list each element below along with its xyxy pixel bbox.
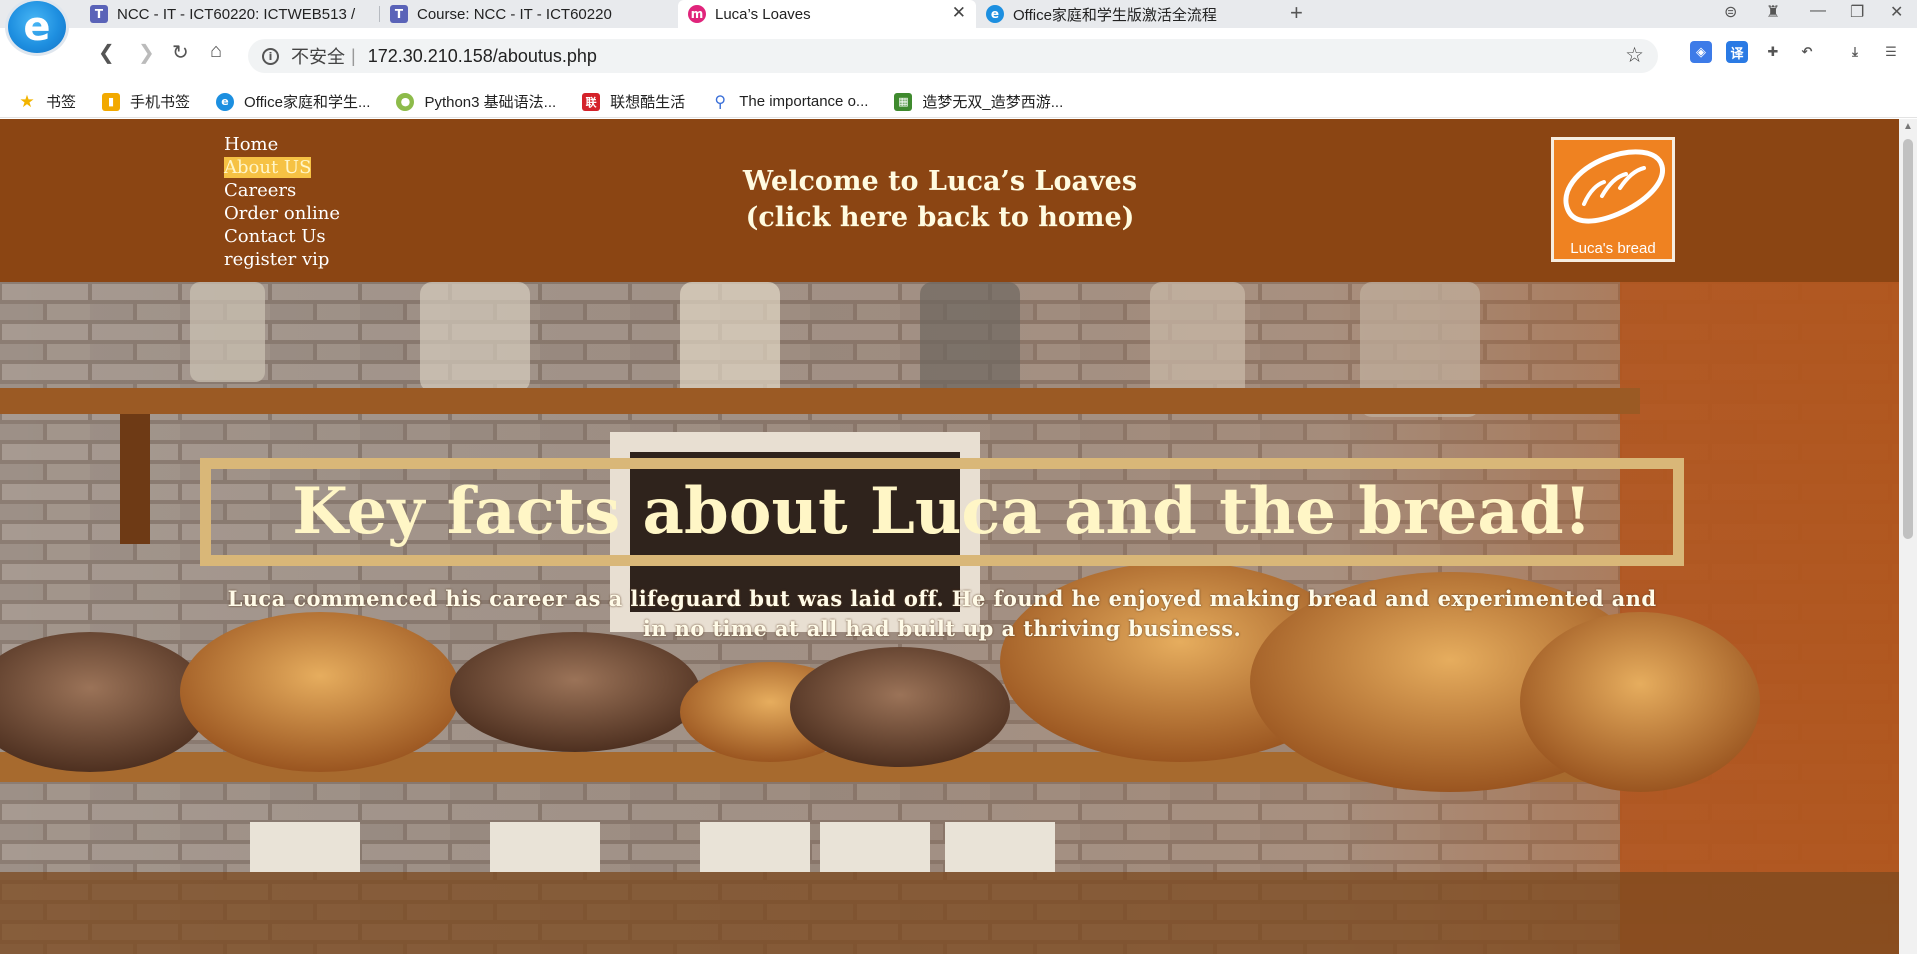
teams-icon: T: [390, 5, 408, 23]
hero-description: Luca commenced his career as a lifeguard…: [200, 584, 1684, 644]
bookmark-label: 手机书签: [130, 94, 191, 111]
extensions-icon[interactable]: ✚: [1762, 41, 1784, 63]
site-favicon-icon: m: [688, 5, 706, 23]
bookmark-item[interactable]: e Office家庭和学生...: [216, 91, 370, 112]
forward-icon[interactable]: ❯: [138, 40, 155, 65]
back-home-text: (click here back to home): [745, 202, 1135, 233]
reload-icon[interactable]: ↻: [172, 40, 189, 65]
bookmarks-bar: ★ 书签 ▮ 手机书签 e Office家庭和学生... ● Python3 基…: [0, 86, 1917, 118]
site-logo[interactable]: Luca's bread: [1551, 137, 1675, 262]
site-info-icon[interactable]: i: [262, 47, 279, 65]
bookmark-item[interactable]: 联 联想酷生活: [582, 91, 685, 112]
tab-title: Luca’s Loaves: [715, 5, 811, 23]
nav-order-online[interactable]: Order online: [224, 202, 340, 225]
lenovo-icon: 联: [582, 92, 601, 111]
bookmark-item[interactable]: ● Python3 基础语法...: [396, 91, 556, 112]
bookmark-label: 联想酷生活: [610, 94, 686, 111]
menu-icon[interactable]: ☰: [1880, 41, 1902, 63]
hero-description-line-1: Luca commenced his career as a lifeguard…: [227, 586, 1657, 611]
hero-description-line-2: in no time at all had built up a thrivin…: [642, 616, 1242, 641]
bookmark-label: 造梦无双_造梦西游...: [922, 94, 1064, 111]
hero-title: Key facts about Luca and the bread!: [292, 474, 1592, 549]
scroll-up-icon[interactable]: ▲: [1903, 121, 1913, 132]
star-icon: ★: [19, 91, 35, 112]
tab-title: Course: NCC - IT - ICT60220: [417, 5, 612, 23]
back-icon[interactable]: ❮: [98, 40, 115, 65]
tab-close-icon[interactable]: ✕: [952, 3, 966, 23]
bookmark-label: Python3 基础语法...: [424, 94, 557, 111]
minimize-icon[interactable]: —: [1810, 2, 1826, 20]
home-link[interactable]: Welcome to Luca’s Loaves (click here bac…: [640, 164, 1240, 236]
bookmark-item[interactable]: ⚲ The importance o...: [711, 92, 869, 111]
bookmark-item[interactable]: ▦ 造梦无双_造梦西游...: [894, 91, 1063, 112]
bookmark-item[interactable]: ▮ 手机书签: [102, 91, 190, 112]
bookmark-star-icon[interactable]: ☆: [1625, 43, 1644, 68]
nav-contact-us[interactable]: Contact Us: [224, 225, 340, 248]
security-label: 不安全: [291, 47, 345, 67]
bookmark-label: 书签: [46, 94, 77, 111]
undo-icon[interactable]: ↶: [1796, 41, 1818, 63]
site-nav: Home About US Careers Order online Conta…: [224, 133, 340, 271]
browser-tab-4[interactable]: e Office家庭和学生版激活全流程: [976, 0, 1276, 28]
bookmark-label: Office家庭和学生...: [244, 94, 371, 111]
skin-icon[interactable]: ♜: [1766, 2, 1780, 22]
browser-toolbar: ❮ ❯ ↻ ⌂ i 不安全 | 172.30.210.158/aboutus.p…: [0, 28, 1917, 86]
bread-icon: [1563, 149, 1665, 224]
runoob-icon: ●: [396, 92, 415, 111]
teams-icon: T: [90, 5, 108, 23]
new-tab-plus-icon[interactable]: +: [1290, 0, 1303, 28]
hero-section: Key facts about Luca and the bread! Luca…: [0, 282, 1899, 954]
browser-tab-active[interactable]: m Luca’s Loaves ✕: [678, 0, 976, 28]
phone-icon: ▮: [102, 92, 121, 111]
nav-home[interactable]: Home: [224, 133, 340, 156]
window-close-icon[interactable]: ✕: [1890, 2, 1903, 22]
home-icon[interactable]: ⌂: [210, 40, 222, 63]
tab-title: Office家庭和学生版激活全流程: [1013, 6, 1217, 24]
logo-text: Luca's bread: [1570, 240, 1656, 257]
e-browser-icon: e: [216, 92, 235, 111]
translate-icon[interactable]: 译: [1726, 41, 1748, 63]
nav-careers[interactable]: Careers: [224, 179, 340, 202]
nav-about-us[interactable]: About US: [224, 156, 340, 179]
browser-tab-2[interactable]: T Course: NCC - IT - ICT60220: [380, 0, 678, 28]
nav-about-us-label: About US: [224, 157, 312, 178]
divider: |: [351, 45, 356, 66]
page-scrollbar[interactable]: ▲: [1899, 119, 1917, 954]
url-text[interactable]: 172.30.210.158/aboutus.php: [368, 46, 597, 67]
browser-tab-strip: e T NCC - IT - ICT60220: ICTWEB513 / T C…: [0, 0, 1917, 53]
nav-register-vip[interactable]: register vip: [224, 248, 340, 271]
e-browser-icon: e: [986, 5, 1004, 23]
extension-shield-icon[interactable]: ◈: [1690, 41, 1712, 63]
address-bar[interactable]: i 不安全 | 172.30.210.158/aboutus.php ☆: [248, 39, 1658, 73]
tab-title: NCC - IT - ICT60220: ICTWEB513 /: [117, 5, 356, 23]
game-icon: ▦: [894, 92, 913, 111]
welcome-title: Welcome to Luca’s Loaves: [742, 166, 1138, 197]
tab-manager-icon[interactable]: ⊜: [1724, 2, 1737, 22]
bookmark-item[interactable]: ★ 书签: [18, 91, 76, 112]
browser-tab-1[interactable]: T NCC - IT - ICT60220: ICTWEB513 /: [80, 0, 380, 28]
browser-logo-icon[interactable]: e: [8, 1, 66, 53]
page-content: Home About US Careers Order online Conta…: [0, 119, 1899, 954]
site-header: Home About US Careers Order online Conta…: [0, 119, 1899, 282]
search-icon: ⚲: [714, 92, 727, 111]
restore-icon[interactable]: ❐: [1850, 2, 1864, 22]
bookmark-label: The importance o...: [739, 93, 869, 110]
download-icon[interactable]: ⤓: [1844, 41, 1866, 63]
scrollbar-thumb[interactable]: [1903, 139, 1913, 539]
